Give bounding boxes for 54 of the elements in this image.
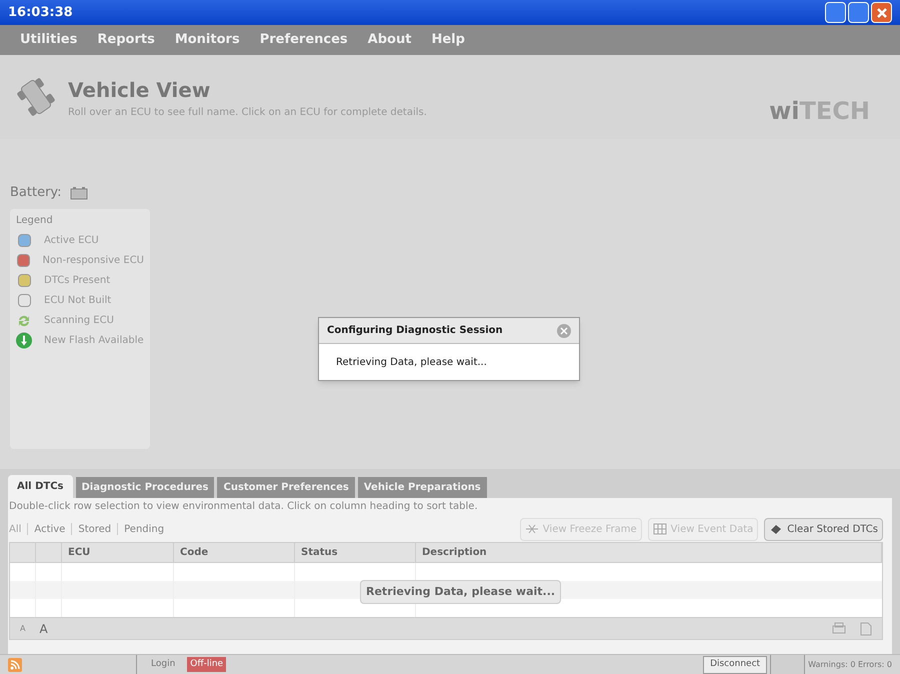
menu-item[interactable]: About <box>368 30 412 50</box>
car-chassis-icon <box>16 77 56 117</box>
grid-icon <box>652 523 667 535</box>
legend-label: Active ECU <box>44 234 99 248</box>
download-icon <box>16 332 32 349</box>
column-header[interactable]: Status <box>295 543 416 562</box>
snowflake-icon <box>524 524 539 534</box>
legend-label: DTCs Present <box>44 274 110 288</box>
document-icon[interactable] <box>860 622 872 636</box>
status-badge: Off-line <box>187 657 226 672</box>
hint-text: Double-click row selection to view environmental data. Click on column heading to sort table. <box>9 500 479 514</box>
warnings-errors-count: Warnings: 0 Errors: 0 <box>808 658 893 670</box>
page-subtitle: Roll over an ECU to see full name. Click on an ECU for complete details. <box>68 106 427 120</box>
dialog-message: Retrieving Data, please wait... <box>336 356 487 370</box>
print-icon[interactable] <box>832 622 846 635</box>
menu-item[interactable]: Monitors <box>174 30 240 50</box>
close-button[interactable] <box>871 2 892 23</box>
filter-link[interactable]: Pending <box>124 522 164 536</box>
filter-link[interactable]: Active <box>34 522 66 536</box>
menu-item[interactable]: Utilities <box>20 30 78 50</box>
legend-label: ECU Not Built <box>44 294 112 308</box>
legend-label: Scanning ECU <box>44 314 114 328</box>
disconnect-button[interactable]: Disconnect <box>703 656 768 674</box>
menu-item[interactable]: Help <box>431 30 465 50</box>
font-size-button[interactable]: A <box>20 622 26 634</box>
action-button[interactable]: Clear Stored DTCs <box>764 518 883 540</box>
tab[interactable]: All DTCs <box>8 475 72 498</box>
legend-label: Non-responsive ECU <box>42 254 144 268</box>
tab[interactable]: Diagnostic Procedures <box>76 477 214 498</box>
restore-button[interactable] <box>848 2 869 23</box>
window-title: 16:03:38 <box>8 4 73 22</box>
battery-label: Battery: <box>10 184 62 202</box>
font-size-button[interactable]: A <box>39 620 48 638</box>
close-icon <box>876 6 888 18</box>
page-title: Vehicle View <box>68 76 212 104</box>
minimize-button[interactable] <box>825 2 846 23</box>
column-header[interactable]: Code <box>174 543 295 562</box>
filter-link[interactable]: Stored <box>78 522 112 536</box>
dialog-title: Configuring Diagnostic Session <box>327 324 503 338</box>
menu-item[interactable]: Reports <box>97 30 155 50</box>
loading-message: Retrieving Data, please wait... <box>360 580 562 604</box>
tab[interactable]: Vehicle Preparations <box>358 477 487 498</box>
legend-label: New Flash Available <box>44 334 144 348</box>
rss-icon[interactable] <box>8 658 22 672</box>
legend-title: Legend <box>16 214 54 228</box>
filter-link[interactable]: All <box>9 522 22 536</box>
close-button[interactable] <box>557 324 571 338</box>
close-icon <box>560 326 568 334</box>
login-label: Login <box>151 658 176 671</box>
menu-item[interactable]: Preferences <box>260 30 348 50</box>
column-header[interactable]: ECU <box>62 543 174 562</box>
tab[interactable]: Customer Preferences <box>217 477 355 498</box>
column-header[interactable]: Description <box>416 543 882 562</box>
battery-icon <box>70 186 88 200</box>
